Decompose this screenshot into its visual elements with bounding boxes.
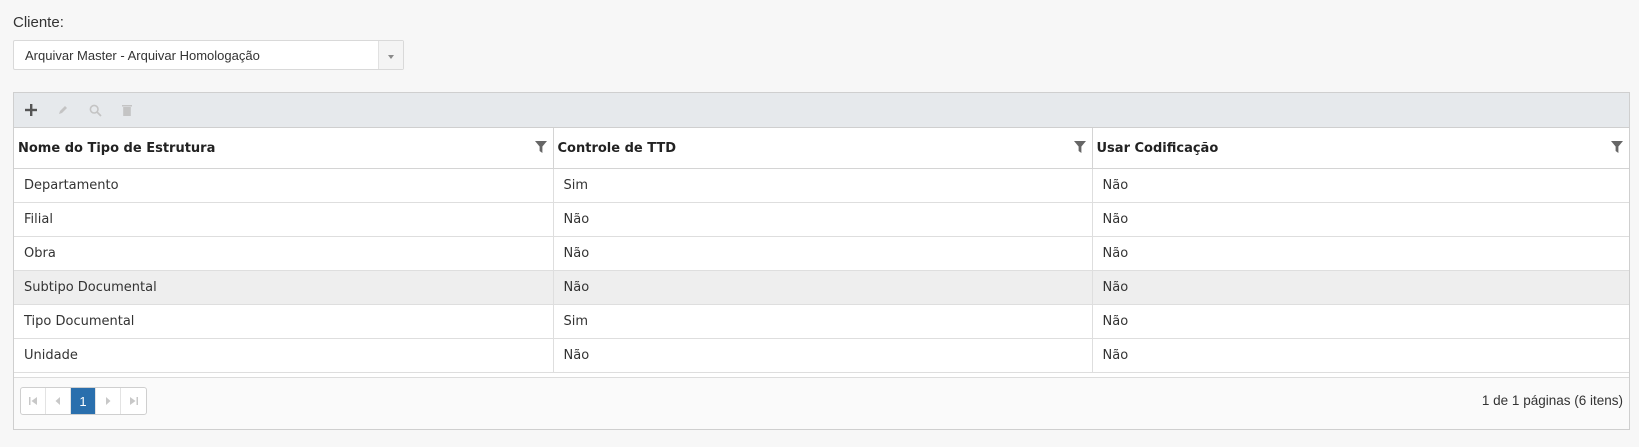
- pager-info: 1 de 1 páginas (6 itens): [1481, 393, 1623, 408]
- filter-icon[interactable]: [1611, 141, 1623, 157]
- column-header-label: Usar Codificação: [1096, 140, 1219, 156]
- data-grid: Nome do Tipo de Estrutura Controle de TT…: [13, 92, 1630, 430]
- table-row[interactable]: Subtipo Documental Não Não: [14, 270, 1629, 305]
- last-page-icon[interactable]: [121, 388, 146, 414]
- cell-codificacao: Não: [1092, 202, 1629, 237]
- cell-ttd: Não: [553, 236, 1093, 271]
- column-header-label: Nome do Tipo de Estrutura: [18, 140, 216, 156]
- column-header-ttd[interactable]: Controle de TTD: [553, 128, 1093, 169]
- next-page-icon[interactable]: [96, 388, 121, 414]
- client-select[interactable]: Arquivar Master - Arquivar Homologação: [13, 40, 404, 70]
- pager: 1: [20, 387, 147, 415]
- cell-name: Tipo Documental: [14, 304, 554, 339]
- table-row[interactable]: Filial Não Não: [14, 202, 1629, 237]
- search-icon[interactable]: [86, 101, 104, 119]
- grid-toolbar: [14, 93, 1629, 128]
- cell-codificacao: Não: [1092, 304, 1629, 339]
- table-row[interactable]: Tipo Documental Sim Não: [14, 304, 1629, 339]
- pager-bar: 1 1 de 1 páginas (6 itens): [14, 377, 1629, 429]
- filter-icon[interactable]: [534, 141, 547, 157]
- cell-ttd: Não: [553, 202, 1093, 237]
- cell-codificacao: Não: [1092, 338, 1629, 373]
- cell-ttd: Sim: [553, 168, 1093, 203]
- cell-ttd: Não: [553, 338, 1093, 373]
- client-select-value: Arquivar Master - Arquivar Homologação: [25, 48, 260, 63]
- cell-name: Subtipo Documental: [14, 270, 554, 305]
- client-label: Cliente:: [13, 14, 64, 31]
- table-row[interactable]: Departamento Sim Não: [14, 168, 1629, 203]
- cell-codificacao: Não: [1092, 236, 1629, 271]
- cell-name: Filial: [14, 202, 554, 237]
- delete-icon[interactable]: [118, 101, 136, 119]
- structure-table: Nome do Tipo de Estrutura Controle de TT…: [14, 128, 1629, 373]
- edit-icon[interactable]: [54, 101, 72, 119]
- column-header-name[interactable]: Nome do Tipo de Estrutura: [14, 128, 554, 169]
- cell-ttd: Não: [553, 270, 1093, 305]
- cell-name: Departamento: [14, 168, 554, 203]
- column-header-label: Controle de TTD: [557, 140, 677, 156]
- table-row[interactable]: Obra Não Não: [14, 236, 1629, 271]
- cell-name: Unidade: [14, 338, 554, 373]
- column-header-codificacao[interactable]: Usar Codificação: [1092, 128, 1629, 169]
- previous-page-icon[interactable]: [46, 388, 71, 414]
- first-page-icon[interactable]: [21, 388, 46, 414]
- table-row[interactable]: Unidade Não Não: [14, 338, 1629, 373]
- add-icon[interactable]: [22, 101, 40, 119]
- cell-codificacao: Não: [1092, 270, 1629, 305]
- table-header-row: Nome do Tipo de Estrutura Controle de TT…: [14, 128, 1629, 169]
- cell-codificacao: Não: [1092, 168, 1629, 203]
- dropdown-arrow-icon[interactable]: [378, 41, 403, 69]
- cell-name: Obra: [14, 236, 554, 271]
- filter-icon[interactable]: [1073, 141, 1086, 157]
- cell-ttd: Sim: [553, 304, 1093, 339]
- page-button-current[interactable]: 1: [71, 388, 96, 414]
